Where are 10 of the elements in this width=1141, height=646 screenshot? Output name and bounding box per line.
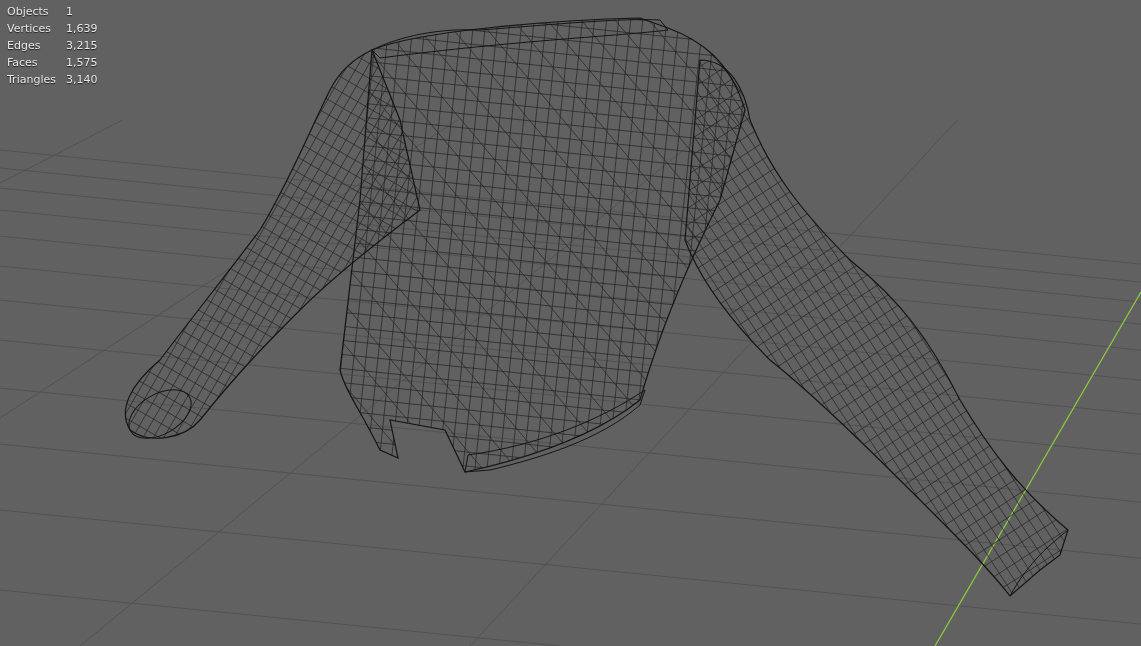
stat-label: Faces — [7, 55, 39, 71]
stat-value: 3,215 — [66, 38, 98, 54]
stat-label: Edges — [7, 38, 42, 54]
stat-label: Objects — [7, 4, 50, 20]
stat-value: 3,140 — [66, 72, 98, 88]
stat-value: 1,575 — [66, 55, 98, 71]
stat-label: Triangles — [7, 72, 57, 88]
stat-value: 1,639 — [66, 21, 98, 37]
stat-value: 1 — [66, 4, 74, 20]
stat-label: Vertices — [7, 21, 52, 37]
